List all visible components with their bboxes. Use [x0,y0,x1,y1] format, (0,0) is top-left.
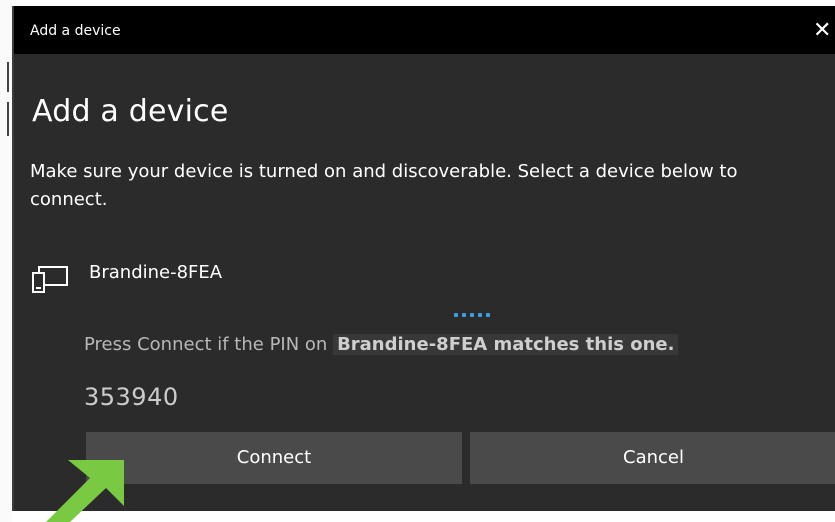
pin-prompt: Press Connect if the PIN on Brandine-8FE… [84,330,679,360]
screenshot-stage: Add a device ✕ Add a device Make sure yo… [0,0,835,522]
progress-dot [470,313,474,317]
pin-prompt-prefix: Press Connect if the PIN on [84,334,334,355]
cancel-button[interactable]: Cancel [470,432,835,484]
background-divider [7,102,9,136]
title-bar: Add a device ✕ [14,6,835,54]
progress-dot [486,313,490,317]
close-button[interactable]: ✕ [813,16,835,46]
annotation-arrow-icon [46,460,124,522]
progress-dot [478,313,482,317]
progress-dot [462,313,466,317]
add-device-dialog: Add a device ✕ Add a device Make sure yo… [12,6,835,511]
background-divider [7,62,9,92]
pin-prompt-device: Brandine-8FEA matches this one. [333,334,679,355]
window-title: Add a device [30,23,121,39]
instructions-text: Make sure your device is turned on and d… [30,161,738,210]
pin-code: 353940 [84,383,179,411]
background-window-edge [0,0,12,522]
close-icon: ✕ [813,18,832,43]
device-icon [32,266,68,293]
dialog-heading: Add a device [32,94,229,129]
progress-dot [454,313,458,317]
progress-indicator [454,313,490,317]
device-name[interactable]: Brandine-8FEA [89,260,222,286]
